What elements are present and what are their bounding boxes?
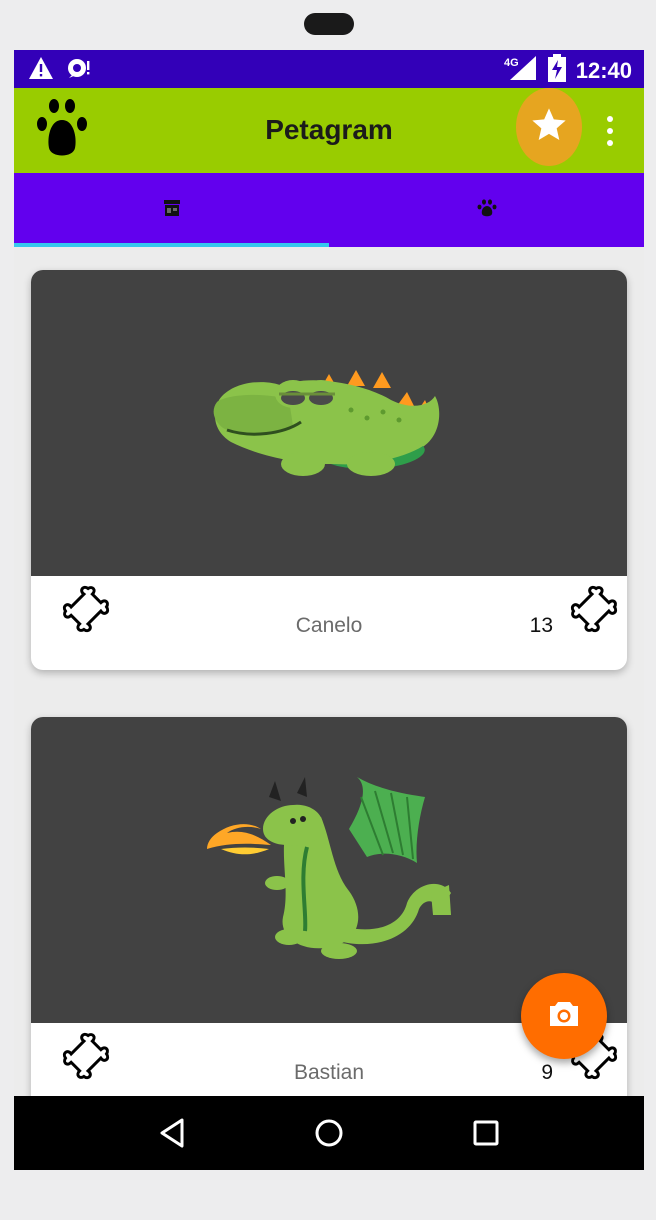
pet-card[interactable]: Canelo 13 xyxy=(31,270,627,670)
warning-icon xyxy=(28,56,54,85)
back-icon[interactable] xyxy=(142,1103,202,1163)
app-screen: 4G 12:40 Petagram Canelo 13 Bastian 9 xyxy=(14,50,644,1170)
status-bar: 4G 12:40 xyxy=(14,50,644,88)
battery-charging-icon xyxy=(547,54,566,87)
pet-likes-count: 9 xyxy=(541,1061,553,1084)
tab-home[interactable] xyxy=(14,173,329,247)
tab-bar xyxy=(14,173,644,247)
bone-icon[interactable] xyxy=(569,584,619,639)
pet-card[interactable]: Bastian 9 xyxy=(31,717,627,1117)
system-nav-bar xyxy=(14,1096,644,1170)
home-icon[interactable] xyxy=(299,1103,359,1163)
tab-indicator xyxy=(14,243,329,247)
paw-icon xyxy=(477,198,497,222)
crocodile-illustration xyxy=(213,370,440,476)
store-icon xyxy=(163,199,181,222)
star-icon xyxy=(529,105,569,150)
app-bar: Petagram xyxy=(14,88,644,173)
overflow-menu-icon[interactable] xyxy=(602,116,618,146)
pet-card-footer: Canelo 13 xyxy=(31,576,627,670)
recents-icon[interactable] xyxy=(456,1103,516,1163)
camera-fab[interactable] xyxy=(521,973,607,1059)
dragon-illustration xyxy=(207,777,451,959)
favorites-button[interactable] xyxy=(516,88,582,166)
phone-speaker xyxy=(304,13,354,35)
pet-photo xyxy=(31,717,627,1023)
status-clock: 12:40 xyxy=(575,57,632,83)
network-type: 4G xyxy=(504,57,519,69)
signal-icon: 4G xyxy=(504,54,538,87)
tab-profile[interactable] xyxy=(329,173,644,247)
camera-icon xyxy=(548,1000,580,1033)
pet-likes-count: 13 xyxy=(529,614,553,637)
sync-alert-icon xyxy=(66,56,92,85)
pet-photo xyxy=(31,270,627,576)
